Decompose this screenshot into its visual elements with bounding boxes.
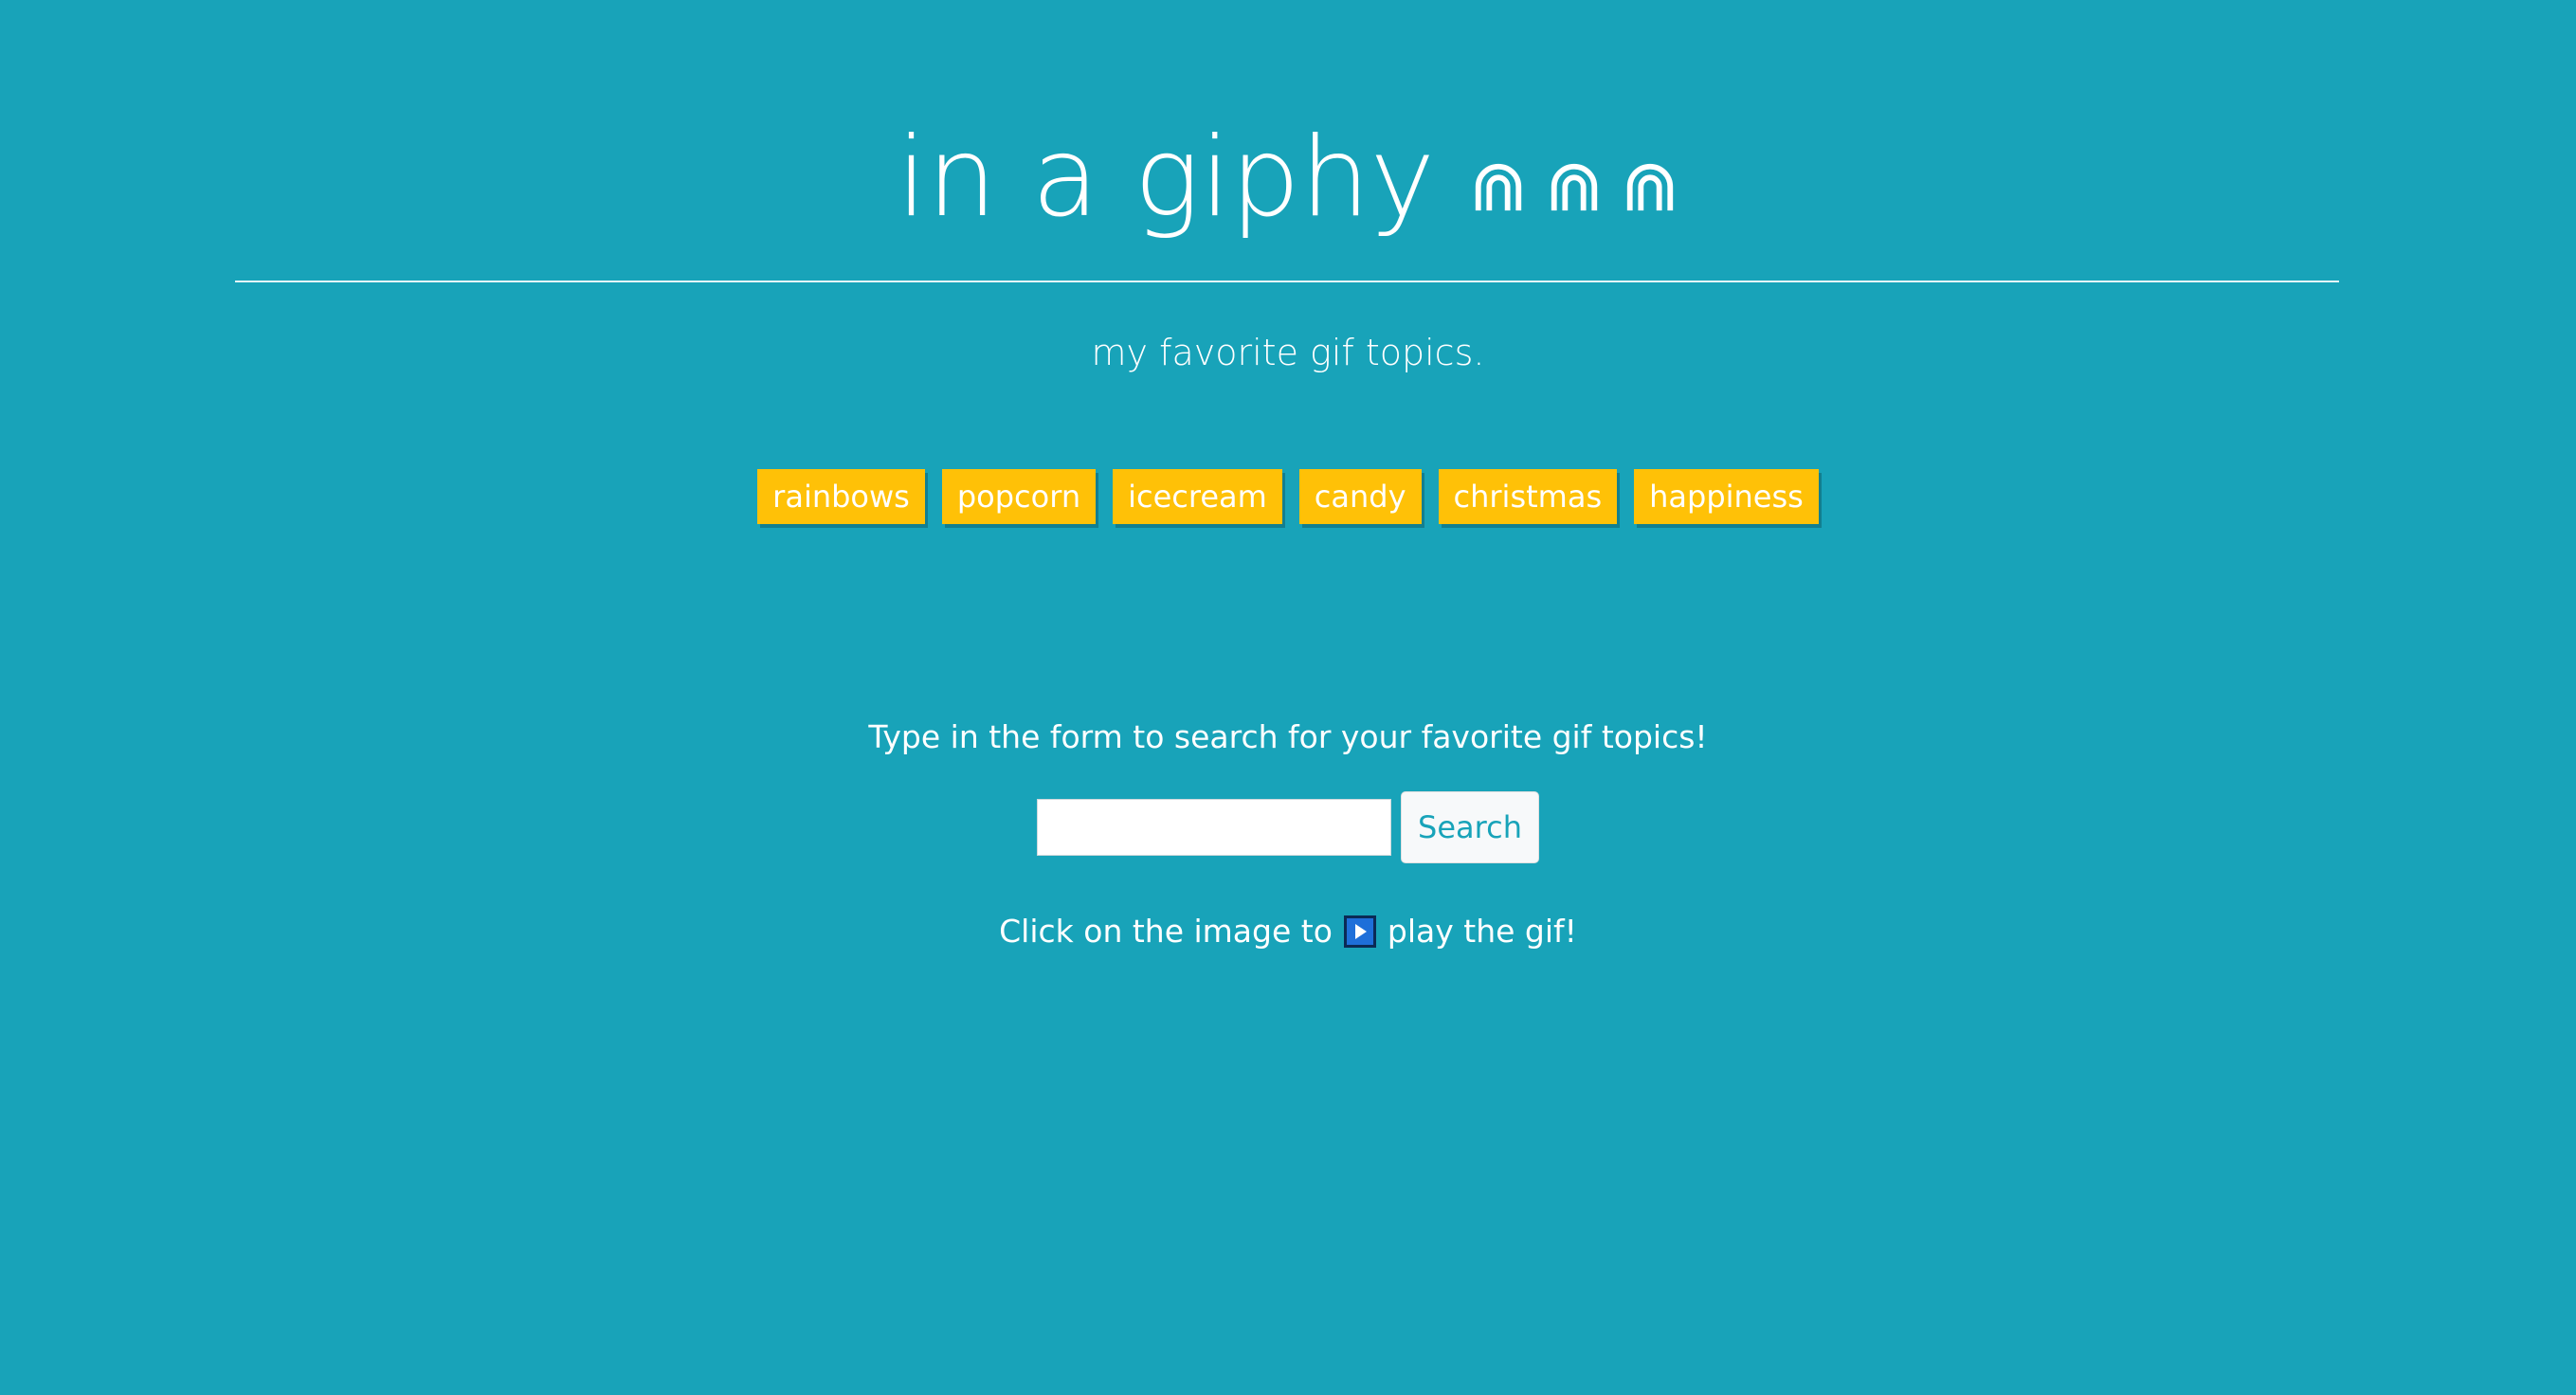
play-button-icon (1343, 915, 1376, 948)
subtitle: my favorite gif topics. (1091, 332, 1485, 373)
page-title: in a giphy (896, 114, 1436, 242)
topic-button-popcorn[interactable]: popcorn (941, 469, 1097, 524)
rainbow-arc-icon (1475, 163, 1522, 211)
page-title-row: in a giphy (897, 95, 1678, 239)
search-form: Search (0, 791, 2576, 863)
rainbow-icon-group (1471, 159, 1678, 214)
play-hint: Click on the image to play the gif! (0, 913, 2576, 950)
topic-buttons: rainbows popcorn icecream candy christma… (0, 469, 2576, 524)
topic-button-happiness[interactable]: happiness (1634, 469, 1819, 524)
search-button[interactable]: Search (1401, 791, 1539, 863)
topic-button-candy[interactable]: candy (1298, 469, 1422, 524)
search-instructions: Type in the form to search for your favo… (868, 718, 1708, 755)
topic-button-rainbows[interactable]: rainbows (757, 469, 925, 524)
rainbow-arc-icon (1551, 163, 1598, 211)
header: in a giphy (235, 95, 2339, 282)
play-hint-before: Click on the image to (999, 913, 1333, 950)
play-hint-after: play the gif! (1387, 913, 1577, 950)
page: in a giphy my favorite gif topics. rainb… (0, 0, 2576, 1395)
topic-button-christmas[interactable]: christmas (1438, 469, 1618, 524)
search-input[interactable] (1037, 799, 1391, 856)
rainbow-arc-icon (1626, 163, 1674, 211)
topic-button-icecream[interactable]: icecream (1113, 469, 1282, 524)
